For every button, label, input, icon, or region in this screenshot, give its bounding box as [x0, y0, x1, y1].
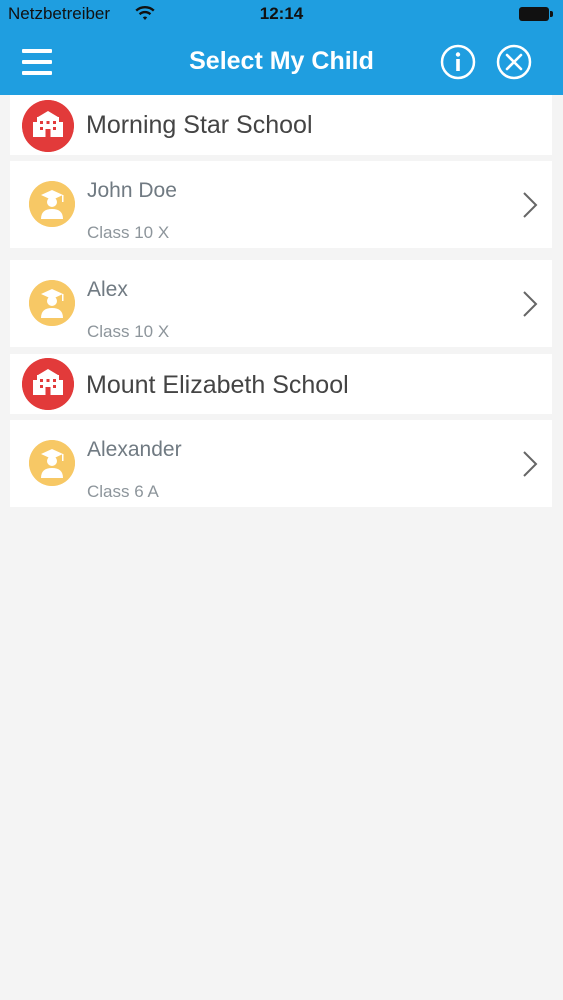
student-avatar-icon	[29, 440, 75, 486]
student-avatar-icon	[29, 280, 75, 326]
child-class: Class 10 X	[87, 223, 170, 242]
school-name: Morning Star School	[86, 111, 313, 139]
child-item[interactable]: John Doe Class 10 X	[10, 161, 552, 248]
battery-icon	[519, 7, 553, 21]
child-name: Alex	[87, 278, 128, 301]
page-title: Select My Child	[189, 47, 374, 75]
info-icon[interactable]	[440, 44, 476, 80]
chevron-right-icon	[523, 192, 538, 218]
child-item[interactable]: Alexander Class 6 A	[10, 420, 552, 507]
status-bar: Netzbetreiber 12:14	[0, 0, 563, 30]
school-header: Mount Elizabeth School	[10, 354, 552, 414]
chevron-right-icon	[523, 291, 538, 317]
close-icon[interactable]	[496, 44, 532, 80]
student-avatar-icon	[29, 181, 75, 227]
child-class: Class 6 A	[87, 482, 159, 501]
school-header: Morning Star School	[10, 95, 552, 155]
child-name: Alexander	[87, 438, 182, 461]
child-class: Class 10 X	[87, 322, 170, 341]
child-item[interactable]: Alex Class 10 X	[10, 260, 552, 347]
school-icon	[22, 100, 74, 152]
chevron-right-icon	[523, 451, 538, 477]
school-name: Mount Elizabeth School	[86, 371, 349, 399]
app-header: Netzbetreiber 12:14 Select My Child	[0, 0, 563, 95]
school-icon	[22, 358, 74, 410]
child-name: John Doe	[87, 179, 177, 202]
clock: 12:14	[259, 4, 304, 23]
